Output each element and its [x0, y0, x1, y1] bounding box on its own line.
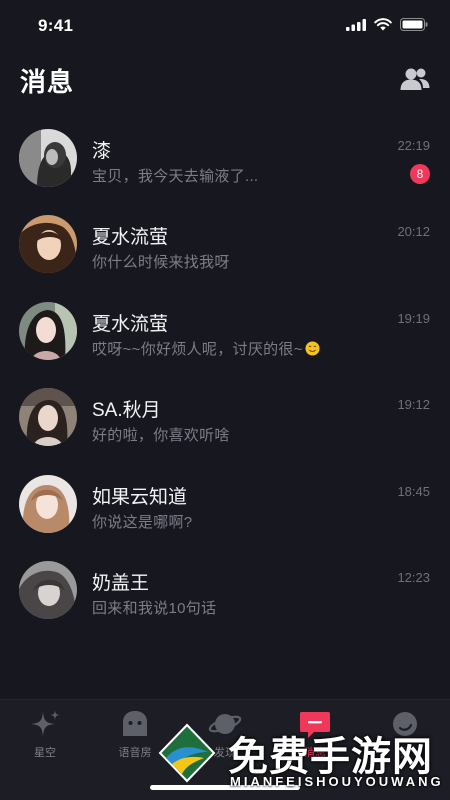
status-time: 9:41	[38, 16, 74, 35]
header: 消息	[0, 56, 450, 112]
page-title: 消息	[20, 67, 75, 97]
conversation-time: 19:12	[397, 397, 430, 413]
conversation-item[interactable]: 奶盖王 回来和我说10句话 12:23	[0, 548, 450, 634]
avatar	[19, 215, 77, 274]
contacts-button[interactable]	[400, 66, 430, 92]
conversation-item[interactable]: 漆 宝贝，我今天去输液了... 22:19 8	[0, 116, 450, 202]
conversation-item[interactable]: SA.秋月 好的啦，你喜欢听啥 19:12	[0, 375, 450, 461]
conversation-name: 如果云知道	[92, 486, 188, 508]
contacts-icon	[400, 68, 430, 90]
status-icons	[346, 18, 428, 31]
conversation-name: 漆	[92, 141, 112, 162]
conversation-last-message: 好的啦，你喜欢听啥	[92, 427, 230, 445]
conversation-item[interactable]: 如果云知道 你说这是哪啊? 18:45	[0, 462, 450, 548]
conversation-last-message: 你什么时候来找我呀	[92, 254, 230, 272]
status-bar: 9:41	[0, 0, 450, 56]
conversation-last-message-text: 哎呀~~你好烦人呢，讨厌的很~	[92, 340, 303, 358]
conversation-name: 夏水流萤	[92, 313, 169, 335]
conversation-time: 18:45	[397, 483, 430, 499]
watermark-subtitle: MIANFEISHOUYOUWANG	[230, 774, 444, 789]
tab-star[interactable]: 星空	[0, 708, 90, 762]
conversation-time: 12:23	[397, 569, 430, 585]
wifi-icon	[374, 18, 392, 31]
conversation-list: 漆 宝贝，我今天去输液了... 22:19 8 夏水流萤 你什么时候来找我呀 2…	[0, 116, 450, 634]
conversation-item[interactable]: 夏水流萤 哎呀~~你好烦人呢，讨厌的很~ 19:19	[0, 289, 450, 375]
avatar	[19, 474, 77, 533]
watermark: 免费手游网 MIANFEISHOUYOUWANG	[150, 718, 450, 800]
avatar	[19, 301, 77, 360]
conversation-name: 夏水流萤	[92, 227, 169, 249]
conversation-time: 20:12	[397, 224, 430, 240]
signal-icon	[346, 18, 366, 31]
conversation-last-message: 回来和我说10句话	[92, 599, 217, 617]
conversation-item[interactable]: 夏水流萤 你什么时候来找我呀 20:12	[0, 202, 450, 288]
conversation-last-message: 你说这是哪啊?	[92, 513, 193, 531]
tab-label: 星空	[34, 747, 56, 759]
conversation-name: 奶盖王	[92, 572, 150, 594]
sparkle-icon	[31, 710, 60, 736]
unread-badge: 8	[410, 164, 430, 184]
conversation-time: 19:19	[397, 310, 430, 326]
watermark-logo-icon	[158, 723, 216, 783]
battery-icon	[400, 18, 428, 31]
conversation-last-message: 哎呀~~你好烦人呢，讨厌的很~	[92, 338, 320, 359]
avatar	[19, 560, 77, 619]
smiling-emoji-icon	[305, 341, 320, 356]
avatar	[19, 129, 77, 187]
avatar	[19, 388, 77, 447]
conversation-time: 22:19	[397, 138, 430, 153]
conversation-name: SA.秋月	[92, 400, 161, 422]
conversation-last-message: 宝贝，我今天去输液了...	[92, 168, 259, 185]
voice-room-icon	[123, 711, 147, 736]
